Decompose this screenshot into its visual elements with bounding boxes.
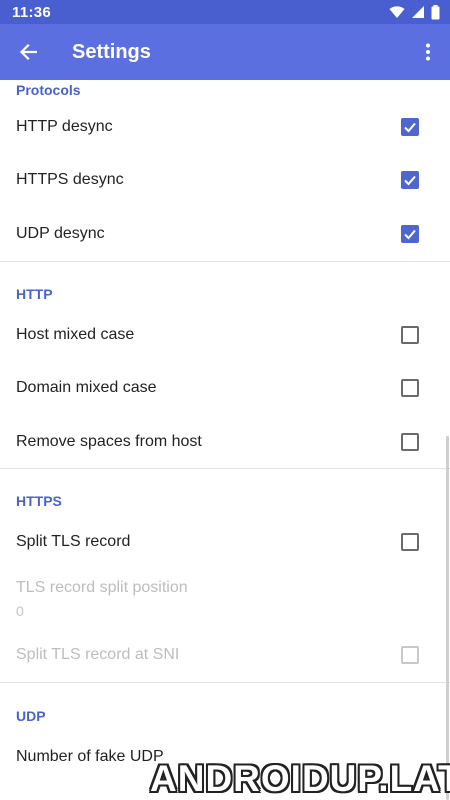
back-button[interactable] [0, 24, 56, 80]
pref-text: TLS record split position 0 [16, 579, 188, 619]
pref-label: Split TLS record [16, 532, 131, 550]
pref-http-desync[interactable]: HTTP desync [0, 100, 450, 154]
section-header-udp: UDP [16, 708, 46, 724]
watermark: ANDROIDUP.LAT [150, 758, 450, 799]
pref-domain-mixed-case[interactable]: Domain mixed case [0, 362, 450, 416]
check-icon [404, 229, 416, 240]
https-desync-checkbox[interactable] [401, 171, 419, 190]
section-header-https: HTTPS [16, 493, 62, 509]
pref-label: Remove spaces from host [16, 432, 202, 450]
pref-split-tls-at-sni: Split TLS record at SNI [0, 629, 450, 683]
more-vert-icon [426, 43, 430, 61]
pref-label: HTTP desync [16, 117, 113, 135]
check-icon [404, 176, 416, 186]
app-bar: Settings [0, 24, 450, 80]
pref-label: Number of fake UDP [16, 747, 164, 765]
pref-host-mixed-case[interactable]: Host mixed case [0, 308, 450, 362]
battery-icon [431, 4, 440, 19]
overflow-menu-button[interactable] [406, 24, 450, 80]
host-mixed-case-checkbox[interactable] [401, 325, 419, 344]
pref-label: Host mixed case [16, 325, 135, 343]
section-header-protocols: Protocols [16, 82, 81, 98]
pref-remove-spaces-from-host[interactable]: Remove spaces from host [0, 415, 450, 469]
page-title: Settings [72, 40, 151, 63]
section-header-http: HTTP [16, 286, 53, 302]
pref-tls-record-split-position: TLS record split position 0 [0, 569, 450, 629]
pref-label: Split TLS record at SNI [16, 646, 180, 664]
http-desync-checkbox[interactable] [401, 117, 419, 136]
pref-label: HTTPS desync [16, 171, 124, 189]
wifi-icon [389, 6, 405, 18]
pref-label: Domain mixed case [16, 379, 157, 397]
udp-desync-checkbox[interactable] [401, 224, 419, 243]
pref-split-tls-record[interactable]: Split TLS record [0, 515, 450, 569]
arrow-back-icon [19, 43, 37, 61]
pref-label: TLS record split position [16, 578, 188, 596]
signal-icon [412, 6, 424, 18]
status-time: 11:36 [12, 3, 52, 21]
scrollbar[interactable] [446, 436, 449, 800]
settings-list[interactable]: Protocols HTTP desync HTTPS desync UDP d… [0, 80, 450, 800]
check-icon [404, 122, 416, 133]
status-bar: 11:36 [0, 0, 450, 24]
pref-https-desync[interactable]: HTTPS desync [0, 154, 450, 208]
status-icons [389, 4, 440, 20]
split-tls-checkbox[interactable] [401, 532, 419, 551]
split-tls-sni-checkbox [401, 646, 419, 665]
pref-summary: 0 [16, 602, 24, 619]
pref-label: UDP desync [16, 224, 105, 242]
domain-mixed-case-checkbox[interactable] [401, 379, 419, 398]
remove-spaces-checkbox[interactable] [401, 432, 419, 451]
pref-udp-desync[interactable]: UDP desync [0, 207, 450, 261]
